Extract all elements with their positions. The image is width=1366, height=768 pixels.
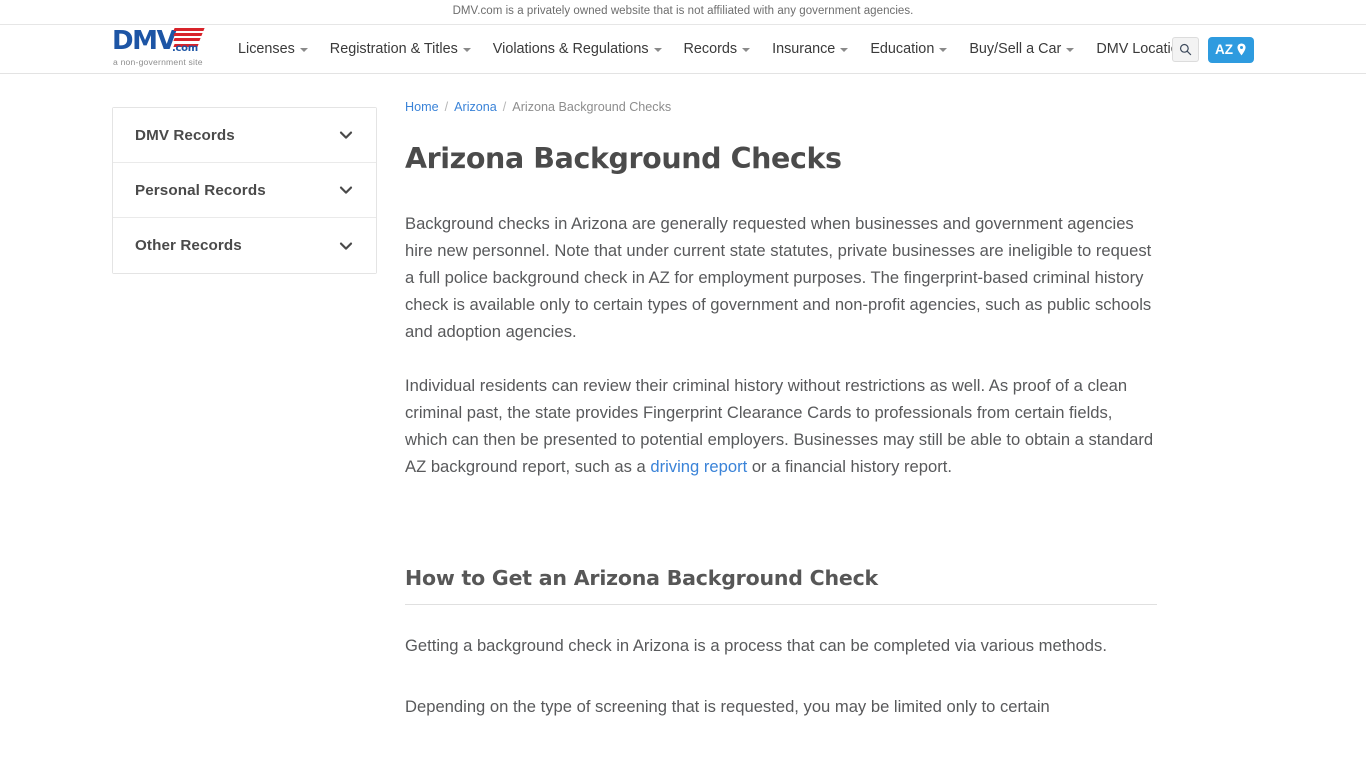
nav-label: Licenses xyxy=(238,41,295,57)
disclaimer-bar: DMV.com is a privately owned website tha… xyxy=(0,0,1366,25)
breadcrumb-link-arizona[interactable]: Arizona xyxy=(454,101,497,114)
nav-item-violations-regulations[interactable]: Violations & Regulations xyxy=(493,25,662,74)
nav-label: Education xyxy=(870,41,935,57)
breadcrumb-link-home[interactable]: Home xyxy=(405,101,439,114)
nav-label: Buy/Sell a Car xyxy=(969,41,1062,57)
nav-item-licenses[interactable]: Licenses xyxy=(238,25,308,74)
section-paragraph-1: Getting a background check in Arizona is… xyxy=(405,636,1107,656)
nav-item-education[interactable]: Education xyxy=(870,25,948,74)
chevron-down-icon xyxy=(742,47,751,52)
breadcrumb-current: Arizona Background Checks xyxy=(512,100,672,114)
logo-tagline: a non-government site xyxy=(113,57,203,67)
chevron-down-icon xyxy=(339,242,353,250)
sidebar-item-label: Personal Records xyxy=(135,181,266,199)
logo-wordmark: DMV xyxy=(112,26,177,56)
search-button[interactable] xyxy=(1172,37,1199,62)
chevron-down-icon xyxy=(462,47,471,52)
nav-label: Violations & Regulations xyxy=(492,41,649,57)
nav-item-insurance[interactable]: Insurance xyxy=(772,25,849,74)
sidebar-item-personal-records[interactable]: Personal Records xyxy=(113,163,376,218)
sidebar-accordion: DMV Records Personal Records Other Recor… xyxy=(112,107,377,274)
main-content: Home / Arizona / Arizona Background Chec… xyxy=(405,74,1157,720)
nav-label: Records xyxy=(683,41,738,57)
sidebar-item-other-records[interactable]: Other Records xyxy=(113,218,376,273)
intro-paragraph: Background checks in Arizona are general… xyxy=(405,213,1152,341)
chevron-down-icon xyxy=(339,131,353,139)
section-paragraph-2: Depending on the type of screening that … xyxy=(405,697,1050,717)
nav-item-records[interactable]: Records xyxy=(684,25,751,74)
chevron-down-icon xyxy=(299,47,308,52)
chevron-down-icon xyxy=(339,186,353,194)
logo-mark: DMV .com a non-government site xyxy=(112,26,230,67)
state-selector-button[interactable]: AZ xyxy=(1208,36,1254,63)
site-header: DMV .com a non-government site Licenses … xyxy=(0,25,1366,74)
nav-label: Insurance xyxy=(772,41,836,57)
driving-report-link[interactable]: driving report xyxy=(650,457,747,476)
paragraph-text-after-link: or a financial history report. xyxy=(747,456,952,476)
sidebar-item-label: Other Records xyxy=(135,237,242,254)
section-heading-how-to-get: How to Get an Arizona Background Check xyxy=(405,566,1157,606)
map-pin-icon xyxy=(1237,43,1246,56)
chevron-down-icon xyxy=(653,47,662,52)
sidebar-item-dmv-records[interactable]: DMV Records xyxy=(113,108,376,163)
main-navigation: Licenses Registration & Titles Violation… xyxy=(238,25,1194,74)
breadcrumb-separator: / xyxy=(502,100,507,114)
sidebar-item-label: DMV Records xyxy=(135,126,235,144)
nav-item-buy-sell-a-car[interactable]: Buy/Sell a Car xyxy=(969,25,1075,74)
chevron-down-icon xyxy=(840,47,849,52)
nav-label: Registration & Titles xyxy=(329,41,458,57)
chevron-down-icon xyxy=(939,47,948,52)
page-body: DMV Records Personal Records Other Recor… xyxy=(0,74,1366,767)
site-logo[interactable]: DMV .com a non-government site xyxy=(112,26,232,72)
breadcrumb: Home / Arizona / Arizona Background Chec… xyxy=(405,74,1157,114)
state-selector-label: AZ xyxy=(1215,41,1233,57)
logo-dotcom: .com xyxy=(172,43,198,54)
search-icon xyxy=(1179,43,1192,56)
header-actions: AZ xyxy=(1172,25,1254,74)
second-paragraph: Individual residents can review their cr… xyxy=(405,372,1157,480)
nav-item-registration-titles[interactable]: Registration & Titles xyxy=(330,25,471,74)
breadcrumb-separator: / xyxy=(444,100,449,114)
disclaimer-text: DMV.com is a privately owned website tha… xyxy=(452,5,914,18)
page-title: Arizona Background Checks xyxy=(405,141,842,175)
chevron-down-icon xyxy=(1066,47,1075,52)
